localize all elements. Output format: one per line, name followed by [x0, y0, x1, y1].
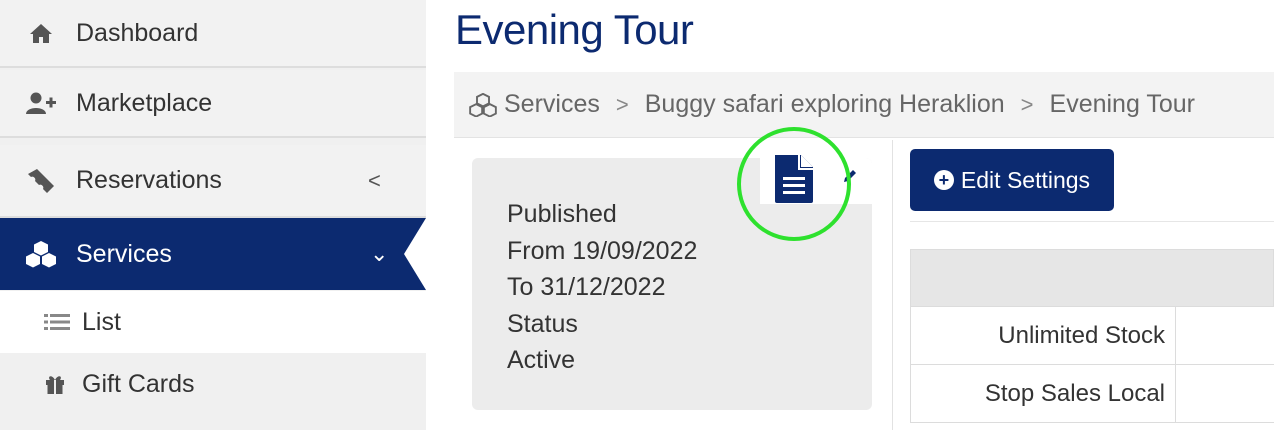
breadcrumb-current: Evening Tour: [1049, 90, 1195, 118]
table-row: Unlimited Stock: [910, 307, 1274, 365]
plus-circle-icon: +: [933, 170, 954, 190]
home-icon: [24, 19, 58, 47]
sidebar-item-label: Services: [76, 239, 172, 268]
chevron-down-icon: ⌄: [370, 241, 389, 266]
cubes-icon: [468, 92, 498, 117]
date-to: To 31/12/2022: [507, 273, 666, 301]
table-row: Stop Sales Local: [910, 365, 1274, 423]
publish-state: Published: [507, 200, 617, 228]
row-label: Unlimited Stock: [911, 307, 1176, 364]
gift-icon: [44, 373, 72, 395]
stock-table: Unlimited Stock Stop Sales Local: [910, 249, 1274, 423]
ticket-icon: [24, 167, 58, 195]
highlight-circle: [737, 127, 851, 241]
sidebar-subitem-list[interactable]: List: [0, 291, 426, 353]
status-label: Status: [507, 309, 578, 338]
breadcrumb-separator: >: [615, 91, 629, 117]
divider: [910, 221, 1274, 222]
breadcrumb-link-service[interactable]: Buggy safari exploring Heraklion: [645, 90, 1005, 119]
sidebar-subitem-label: Gift Cards: [82, 369, 195, 398]
sidebar-item-label: Marketplace: [76, 88, 213, 117]
user-plus-icon: [24, 89, 58, 117]
edit-settings-button[interactable]: + Edit Settings: [910, 149, 1114, 211]
page-title: Evening Tour: [455, 6, 694, 53]
breadcrumb-separator: >: [1020, 91, 1034, 117]
sidebar-item-label: Dashboard: [76, 18, 199, 47]
breadcrumb-link-services[interactable]: Services: [504, 90, 600, 119]
status-value: Active: [507, 346, 576, 374]
divider: [892, 140, 893, 430]
breadcrumb: Services > Buggy safari exploring Herakl…: [454, 72, 1274, 138]
sidebar: Dashboard Marketplace Reservations < Ser…: [0, 0, 426, 430]
row-value[interactable]: [1176, 307, 1274, 364]
sidebar-item-label: Reservations: [76, 166, 222, 194]
sidebar-subitem-gift-cards[interactable]: Gift Cards: [0, 353, 426, 415]
table-header: [910, 249, 1274, 307]
edit-settings-label: Edit Settings: [960, 166, 1091, 193]
active-indicator: [404, 218, 426, 290]
sidebar-item-dashboard[interactable]: Dashboard: [0, 0, 426, 68]
chevron-left-icon: <: [368, 167, 381, 193]
row-label: Stop Sales Local: [911, 365, 1176, 422]
date-from: From 19/09/2022: [507, 236, 698, 265]
status-details: Published From 19/09/2022 To 31/12/2022 …: [507, 196, 697, 379]
sidebar-item-reservations[interactable]: Reservations <: [0, 145, 426, 218]
cubes-icon: [24, 240, 58, 268]
sidebar-item-services[interactable]: Services ⌄: [0, 218, 426, 290]
sidebar-item-marketplace[interactable]: Marketplace: [0, 70, 426, 138]
sidebar-subitem-label: List: [82, 307, 121, 336]
row-value[interactable]: [1176, 365, 1274, 422]
list-icon: [44, 312, 72, 332]
